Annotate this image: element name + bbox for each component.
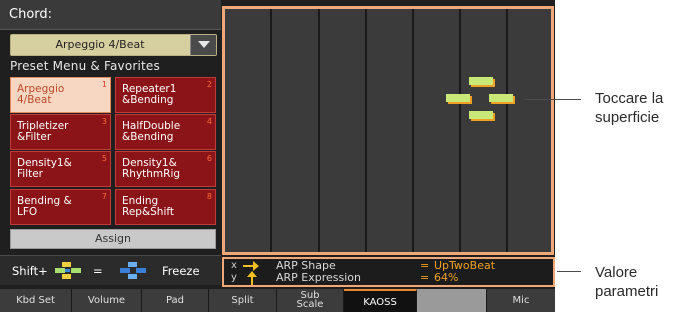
preset-button-5[interactable]: Density1& Filter 5: [10, 151, 111, 187]
preset-button-6[interactable]: Density1& RhythmRig 6: [115, 151, 216, 187]
preset-number: 1: [101, 80, 107, 89]
preset-label-line2: Filter: [17, 168, 44, 180]
tab-sub-scale[interactable]: Sub Scale: [277, 289, 344, 312]
dropdown-arrow-button[interactable]: [190, 35, 216, 55]
pad-grid-line: [270, 9, 272, 252]
tab-split[interactable]: Split: [209, 289, 277, 312]
preset-button-8[interactable]: Ending Rep&Shift 8: [115, 189, 216, 225]
shift-label: Shift+: [12, 264, 48, 278]
pad-grid-line: [365, 9, 367, 252]
bottom-tab-bar: Kbd Set Volume Pad Split Sub Scale KAOSS…: [0, 289, 555, 312]
preset-button-7[interactable]: Bending & LFO 7: [10, 189, 111, 225]
preset-label-line2: RhythmRig: [122, 168, 181, 180]
preset-label-line2: Rep&Shift: [122, 206, 175, 218]
chord-dropdown-value: Arpeggio 4/Beat: [55, 38, 145, 51]
preset-label-line2: 4/Beat: [17, 94, 52, 106]
preset-number: 4: [206, 117, 212, 126]
preset-number: 2: [206, 80, 212, 89]
preset-number: 5: [101, 154, 107, 163]
preset-number: 7: [101, 192, 107, 201]
freeze-label: Freeze: [162, 264, 200, 278]
preset-button-2[interactable]: Repeater1 &Bending 2: [115, 77, 216, 113]
pad-grid-line: [318, 9, 320, 252]
y-param-name: ARP Expression: [276, 271, 362, 284]
tab-pad[interactable]: Pad: [142, 289, 209, 312]
freeze-gesture-icon: [118, 261, 152, 284]
preset-label-line2: &Bending: [122, 131, 174, 143]
tab-sub-scale-line2: Scale: [296, 299, 324, 310]
preset-number: 3: [101, 117, 107, 126]
touch-cursor-icon: [444, 76, 526, 130]
y-param-value: 64%: [434, 271, 459, 284]
value-callout-line2: parametri: [595, 283, 659, 300]
preset-number: 6: [206, 154, 212, 163]
preset-label-line2: &Filter: [17, 131, 52, 143]
tab-volume[interactable]: Volume: [72, 289, 142, 312]
parameter-readout: x ARP Shape = UpTwoBeat y ARP Expression…: [222, 257, 555, 287]
kaoss-screen: Chord: Arpeggio 4/Beat Preset Menu & Fav…: [0, 0, 555, 312]
pad-grid-line: [506, 9, 508, 252]
chord-dropdown[interactable]: Arpeggio 4/Beat: [10, 34, 217, 56]
assign-button[interactable]: Assign: [10, 229, 216, 249]
preset-button-3[interactable]: Tripletizer &Filter 3: [10, 114, 111, 150]
value-callout: Valore parametri: [595, 263, 658, 301]
value-callout-line1: Valore: [595, 264, 638, 281]
tab-mic[interactable]: Mic: [487, 289, 555, 312]
shift-freeze-hint: Shift+ = Freeze: [0, 255, 221, 285]
x-axis-label: x: [231, 260, 237, 271]
touch-callout: Toccare la superficie: [595, 89, 663, 127]
dropdown-arrow-icon: [198, 41, 210, 48]
touch-callout-line: [524, 99, 581, 100]
preset-button-4[interactable]: HalfDouble &Bending 4: [115, 114, 216, 150]
tab-kaoss[interactable]: KAOSS: [344, 289, 417, 312]
value-callout-line: [557, 271, 581, 272]
y-arrow-icon: [246, 271, 258, 288]
y-param-equals: =: [420, 271, 430, 284]
preset-label-line2: LFO: [17, 206, 38, 218]
kaoss-touch-pad[interactable]: [222, 6, 554, 255]
preset-number: 8: [206, 192, 212, 201]
tab-kbd-set[interactable]: Kbd Set: [0, 289, 72, 312]
preset-label-line2: &Bending: [122, 94, 174, 106]
preset-section-title: Preset Menu & Favorites: [10, 59, 160, 73]
y-axis-label: y: [231, 272, 237, 283]
equals-sign: =: [93, 264, 103, 278]
chord-header: Chord:: [0, 0, 221, 30]
touch-callout-line1: Toccare la: [595, 90, 664, 107]
shift-gesture-icon: [53, 261, 87, 284]
pad-grid-line: [459, 9, 461, 252]
tab-empty[interactable]: [417, 289, 487, 312]
preset-button-1[interactable]: Arpeggio 4/Beat 1: [10, 77, 111, 113]
touch-callout-line2: superficie: [595, 109, 660, 126]
pad-grid-line: [412, 9, 414, 252]
